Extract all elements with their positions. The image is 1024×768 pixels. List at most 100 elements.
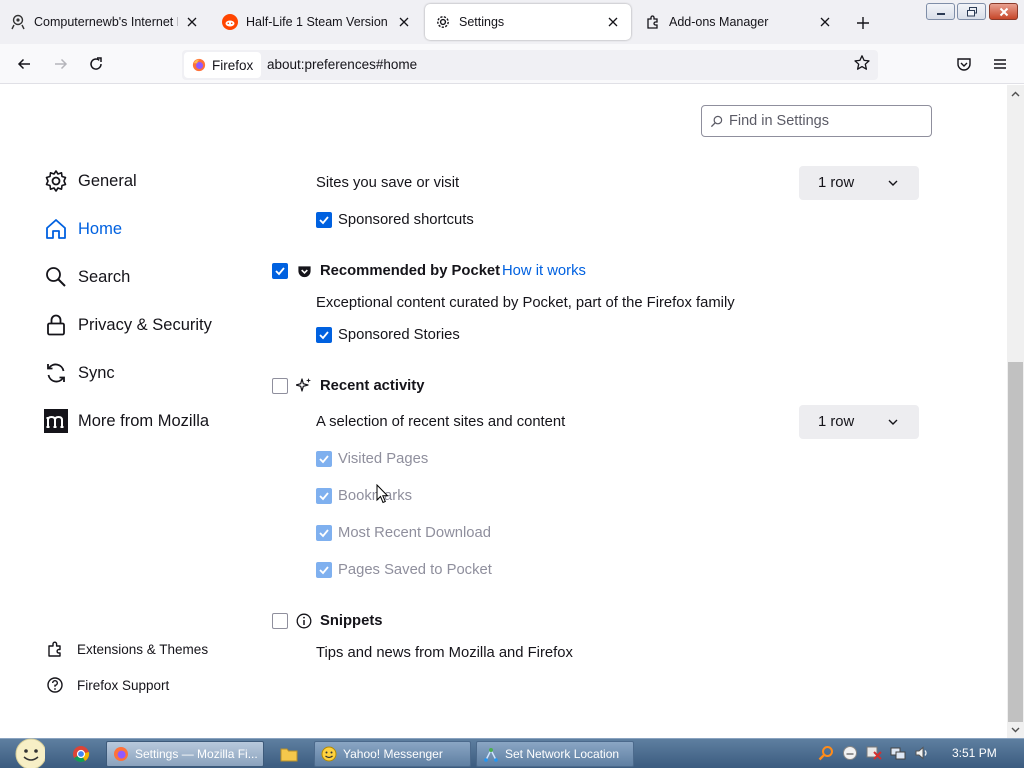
chevron-down-icon bbox=[1011, 727, 1020, 732]
tray-messenger-icon[interactable] bbox=[842, 745, 858, 761]
sidebar-item-general[interactable]: General bbox=[44, 167, 137, 195]
sidebar-item-label: More from Mozilla bbox=[78, 411, 210, 430]
bookmarks-label[interactable]: Bookmarks bbox=[338, 488, 412, 504]
sidebar-item-search[interactable]: Search bbox=[44, 263, 130, 291]
computernewb-icon bbox=[10, 14, 26, 30]
reload-icon bbox=[90, 57, 102, 70]
identity-label: Firefox bbox=[212, 57, 254, 73]
taskbar-item-label: Settings — Mozilla Fi... bbox=[135, 747, 258, 761]
close-icon[interactable] bbox=[817, 14, 833, 30]
extensions-themes-link[interactable]: Extensions & Themes bbox=[46, 639, 208, 659]
identity-box[interactable]: Firefox bbox=[184, 52, 262, 78]
puzzle-icon bbox=[46, 640, 64, 658]
checkmark-icon bbox=[319, 216, 329, 225]
pages-saved-to-pocket-label[interactable]: Pages Saved to Pocket bbox=[338, 562, 492, 578]
taskbar-item-set-network-location[interactable]: Set Network Location bbox=[476, 741, 634, 767]
start-button[interactable] bbox=[4, 738, 48, 768]
chevron-down-icon bbox=[888, 180, 898, 186]
tray-search-icon[interactable] bbox=[818, 745, 834, 761]
bookmarks-checkbox[interactable] bbox=[316, 488, 332, 504]
gear-icon bbox=[435, 14, 451, 30]
close-icon[interactable] bbox=[184, 14, 200, 30]
back-button[interactable] bbox=[12, 52, 36, 76]
taskbar-item-yahoo-messenger[interactable]: Yahoo! Messenger bbox=[314, 741, 471, 767]
tab-addons-manager[interactable]: Add-ons Manager bbox=[635, 4, 843, 40]
tray-security-icon[interactable] bbox=[866, 745, 882, 761]
taskbar-item-firefox[interactable]: Settings — Mozilla Fi... bbox=[106, 741, 264, 767]
sponsored-shortcuts-checkbox[interactable] bbox=[316, 212, 332, 228]
select-value: 1 row bbox=[818, 414, 855, 430]
sidebar-item-label: General bbox=[78, 171, 137, 190]
tray-volume-icon[interactable] bbox=[914, 745, 930, 761]
chrome-quicklaunch[interactable] bbox=[71, 744, 91, 764]
how-it-works-link[interactable]: How it works bbox=[502, 263, 586, 279]
close-icon[interactable] bbox=[396, 14, 412, 30]
firefox-support-link[interactable]: Firefox Support bbox=[46, 675, 169, 695]
folder-quicklaunch[interactable] bbox=[279, 744, 299, 764]
menu-button[interactable] bbox=[988, 52, 1012, 76]
sponsored-shortcuts-label[interactable]: Sponsored shortcuts bbox=[338, 212, 474, 228]
restore-button[interactable] bbox=[957, 3, 986, 20]
arrow-right-icon bbox=[55, 58, 68, 70]
scrollbar-thumb[interactable] bbox=[1008, 362, 1023, 722]
recent-activity-title: Recent activity bbox=[320, 378, 425, 394]
close-icon bbox=[999, 7, 1008, 16]
url-text[interactable]: about:preferences#home bbox=[267, 57, 417, 72]
sponsored-stories-checkbox[interactable] bbox=[316, 327, 332, 343]
sidebar-item-sync[interactable]: Sync bbox=[44, 359, 115, 387]
shortcuts-description: Sites you save or visit bbox=[316, 175, 460, 191]
tab-settings[interactable]: Settings bbox=[425, 4, 631, 40]
pocket-description: Exceptional content curated by Pocket, p… bbox=[316, 295, 735, 311]
chevron-up-icon bbox=[1011, 91, 1020, 96]
close-icon[interactable] bbox=[605, 14, 621, 30]
reload-button[interactable] bbox=[84, 52, 108, 76]
most-recent-download-checkbox[interactable] bbox=[316, 525, 332, 541]
taskbar-item-label: Set Network Location bbox=[505, 747, 620, 761]
reddit-icon bbox=[222, 14, 238, 30]
minimize-button[interactable] bbox=[926, 3, 955, 20]
checkmark-icon bbox=[319, 455, 329, 464]
mouse-cursor bbox=[376, 483, 390, 507]
taskbar-clock[interactable]: 3:51 PM bbox=[952, 746, 997, 760]
recent-activity-description: A selection of recent sites and content bbox=[316, 414, 566, 430]
tab-title: Computernewb's Internet Pu bbox=[34, 15, 178, 29]
pocket-button[interactable] bbox=[952, 52, 976, 76]
snippets-checkbox[interactable] bbox=[272, 613, 288, 629]
forward-button[interactable] bbox=[49, 52, 73, 76]
visited-pages-label[interactable]: Visited Pages bbox=[338, 451, 428, 467]
tab-title: Half-Life 1 Steam Version : Pi bbox=[246, 15, 390, 29]
sidebar-item-more-from-mozilla[interactable]: More from Mozilla bbox=[44, 407, 209, 435]
pages-saved-to-pocket-checkbox[interactable] bbox=[316, 562, 332, 578]
sidebar-item-home[interactable]: Home bbox=[44, 215, 122, 243]
smiley-start-icon bbox=[15, 738, 45, 768]
visited-pages-checkbox[interactable] bbox=[316, 451, 332, 467]
new-tab-button[interactable] bbox=[852, 12, 874, 34]
shortcuts-rows-select[interactable]: 1 row bbox=[799, 166, 919, 200]
checkmark-icon bbox=[319, 331, 329, 340]
recent-activity-checkbox[interactable] bbox=[272, 378, 288, 394]
checkmark-icon bbox=[275, 267, 285, 276]
search-input[interactable] bbox=[729, 113, 919, 129]
info-icon bbox=[296, 613, 312, 629]
bookmark-star-button[interactable] bbox=[853, 54, 871, 75]
tab-half-life[interactable]: Half-Life 1 Steam Version : Pi bbox=[212, 4, 422, 40]
checkmark-icon bbox=[319, 529, 329, 538]
tab-computernewb[interactable]: Computernewb's Internet Pu bbox=[0, 4, 210, 40]
network-icon bbox=[483, 746, 499, 762]
pocket-section-title: Recommended by Pocket bbox=[320, 263, 501, 279]
plus-icon bbox=[857, 17, 869, 29]
mozilla-icon bbox=[44, 409, 68, 433]
sidebar-item-label: Search bbox=[78, 267, 131, 286]
minimize-icon bbox=[936, 12, 945, 15]
firefox-icon bbox=[113, 746, 129, 762]
most-recent-download-label[interactable]: Most Recent Download bbox=[338, 525, 491, 541]
window-close-button[interactable] bbox=[989, 3, 1018, 20]
search-box[interactable] bbox=[701, 105, 932, 137]
sponsored-stories-label[interactable]: Sponsored Stories bbox=[338, 327, 460, 343]
scroll-up-button[interactable] bbox=[1010, 88, 1021, 99]
sidebar-item-privacy-security[interactable]: Privacy & Security bbox=[44, 311, 212, 339]
recommended-by-pocket-checkbox[interactable] bbox=[272, 263, 288, 279]
tray-network-icon[interactable] bbox=[890, 745, 906, 761]
scroll-down-button[interactable] bbox=[1010, 724, 1021, 735]
recent-activity-rows-select[interactable]: 1 row bbox=[799, 405, 919, 439]
